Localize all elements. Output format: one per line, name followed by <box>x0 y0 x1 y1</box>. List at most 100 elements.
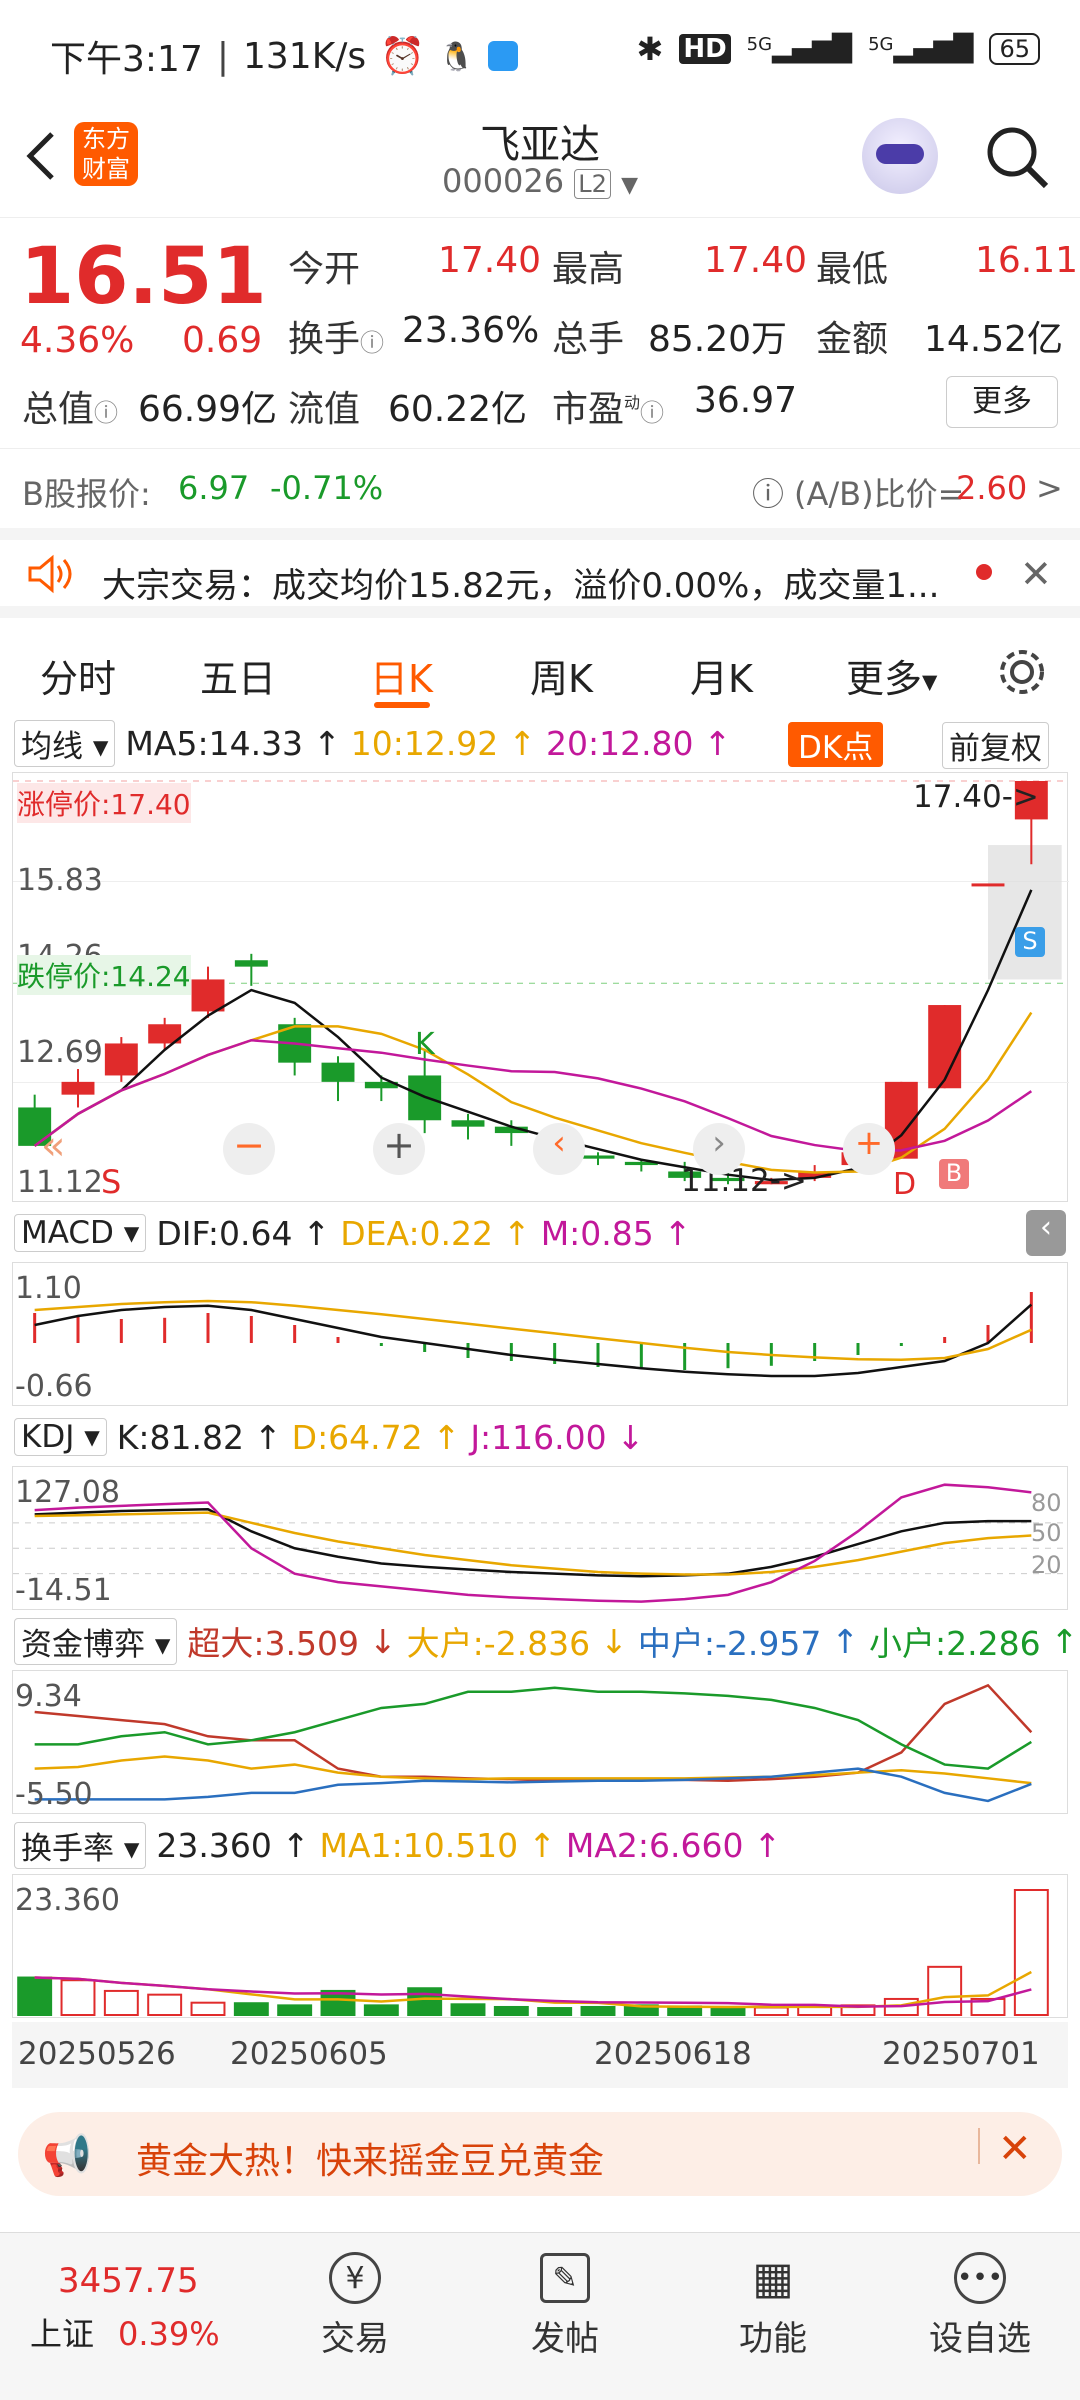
candle <box>928 1005 962 1089</box>
more-dots-icon: ••• <box>905 2245 1055 2311</box>
app-icon <box>487 41 518 71</box>
amount-label: 金额 <box>816 319 889 360</box>
signal-icon-2: 5G▂▄▆█ <box>868 34 974 64</box>
fund-selector[interactable]: 资金博弈 ▾ <box>14 1617 178 1665</box>
sell-signal-s: S <box>101 1163 122 1201</box>
candle <box>971 883 1005 887</box>
more-button[interactable]: 更多 <box>946 376 1058 428</box>
ab-ratio-label: (A/B)比价= <box>794 475 965 513</box>
kdj-ytop: 127.08 <box>15 1475 120 1510</box>
kdj-selector[interactable]: KDJ ▾ <box>14 1418 107 1456</box>
dk-point-button[interactable]: DK点 <box>788 722 884 767</box>
turnover-bar <box>1013 1889 1049 2016</box>
nav-functions[interactable]: ▦ 功能 <box>698 2245 848 2360</box>
turnover-bar <box>753 2006 789 2016</box>
buy-signal-b: B <box>939 1159 969 1189</box>
turnover-bar <box>407 1987 443 2017</box>
small-value: 小户:2.286 <box>868 1624 1041 1663</box>
nav-post[interactable]: ✎ 发帖 <box>490 2245 640 2360</box>
d-signal: D <box>893 1167 917 1202</box>
promo-banner[interactable]: 📢 黄金大热！快来摇金豆兑黄金 ✕ <box>18 2112 1062 2196</box>
turnover-bar <box>233 2002 269 2016</box>
collapse-chevron-icon[interactable]: ‹ <box>1026 1210 1066 1256</box>
candle <box>234 953 268 986</box>
reset-button[interactable]: + <box>843 1123 895 1175</box>
macd-svg <box>33 1292 1033 1378</box>
rewind-icon[interactable]: « <box>41 1123 65 1169</box>
index-change: 0.39% <box>118 2315 220 2353</box>
speaker-icon <box>28 554 72 594</box>
active-tab-indicator <box>374 702 430 708</box>
tab-more[interactable]: 更多▼ <box>846 648 937 703</box>
k-signal: K <box>415 1027 435 1062</box>
turnover-bar <box>493 2005 529 2017</box>
index-name: 上证 <box>30 2315 95 2353</box>
unread-dot <box>976 564 992 580</box>
tab-intraday[interactable]: 分时 <box>40 648 116 703</box>
date-tick: 20250526 <box>18 2036 176 2072</box>
chevron-right-icon[interactable]: > <box>1036 469 1063 507</box>
zoom-in-button[interactable]: + <box>373 1123 425 1175</box>
limit-up-label: 涨停价:17.40 <box>17 783 191 823</box>
high-marker: 17.40-> <box>913 779 1039 815</box>
kdj-line <box>34 1483 1032 1603</box>
sell-signal-badge-s: S <box>1015 927 1045 957</box>
fund-legend: 资金博弈 ▾ 超大:3.509 ↓ 大户:-2.836 ↓ 中户:-2.957 ↑ 小… <box>0 1614 1080 1668</box>
candle <box>364 1075 398 1102</box>
medium-value: 中户:-2.957 <box>637 1624 822 1663</box>
ma-selector[interactable]: 均线 ▾ <box>14 719 116 767</box>
turnover-panel: 23.360 <box>12 1874 1068 2018</box>
bluetooth-icon: ✱ <box>636 30 664 68</box>
robot-avatar-icon[interactable] <box>862 118 938 194</box>
turnover-bar <box>710 2007 746 2017</box>
adjust-selector[interactable]: 前复权 <box>942 722 1049 769</box>
low-marker: 11.12-> <box>681 1163 807 1199</box>
last-price: 16.51 <box>20 232 267 322</box>
yaxis-tick-4: 11.12 <box>17 1165 103 1200</box>
kdj-ybot: -14.51 <box>15 1573 112 1608</box>
candlestick-panel[interactable]: 涨停价:17.40 15.83 14.26 跌停价:14.24 12.69 11… <box>12 772 1069 1202</box>
kdj-j-value: J:116.00 <box>470 1417 607 1457</box>
turnover-bar <box>927 1965 963 2016</box>
candle <box>494 1120 528 1146</box>
level-badge: L2 <box>574 169 611 199</box>
large-value: 大户:-2.836 <box>406 1624 591 1663</box>
turnover-selector[interactable]: 换手率 ▾ <box>14 1821 147 1869</box>
nav-trade[interactable]: ¥ 交易 <box>280 2245 430 2360</box>
turnover-bar <box>580 2005 616 2017</box>
settings-gear-icon[interactable] <box>996 646 1048 698</box>
pan-left-button[interactable]: ‹ <box>533 1123 585 1175</box>
turnover-label: 换手ⓘ <box>288 319 385 360</box>
tab-five-day[interactable]: 五日 <box>200 648 276 703</box>
candle <box>581 1152 615 1166</box>
turnover-svg <box>17 1889 1049 2017</box>
turnover-ma1-value: MA1:10.510 <box>319 1825 519 1865</box>
tab-daily-k[interactable]: 日K <box>370 648 433 703</box>
change-percent: 4.36% <box>20 320 135 361</box>
limit-down-label: 跌停价:14.24 <box>17 955 191 995</box>
block-trade-notice[interactable]: 大宗交易：成交均价15.82元，溢价0.00%，成交量1... ✕ <box>0 528 1080 618</box>
promo-text: 黄金大热！快来摇金豆兑黄金 <box>136 2141 605 2182</box>
kdj-legend: KDJ ▾ K:81.82 ↑ D:64.72 ↑ J:116.00 ↓ <box>0 1410 1080 1464</box>
index-ticker[interactable]: 3457.75 上证 0.39% <box>30 2261 270 2355</box>
turnover-ytop: 23.360 <box>15 1883 120 1918</box>
tab-weekly-k[interactable]: 周K <box>530 648 593 703</box>
turnover-bar <box>450 2003 486 2016</box>
volume-label: 总手 <box>552 319 625 360</box>
candle <box>451 1113 485 1140</box>
date-tick: 20250701 <box>882 2036 1040 2072</box>
zoom-out-button[interactable]: − <box>223 1123 275 1175</box>
pan-right-button[interactable]: › <box>693 1123 745 1175</box>
help-icon[interactable]: ⓘ <box>752 469 784 515</box>
turnover-bar <box>60 1979 96 2016</box>
index-value: 3457.75 <box>58 2261 199 2301</box>
tab-monthly-k[interactable]: 月K <box>690 648 753 703</box>
kdj-line <box>34 1511 1032 1576</box>
nav-watchlist[interactable]: ••• 设自选 <box>905 2245 1055 2360</box>
turnover-ma-line <box>34 1976 1032 2008</box>
macd-selector[interactable]: MACD ▾ <box>14 1214 147 1252</box>
close-icon[interactable]: ✕ <box>1020 552 1052 596</box>
close-icon[interactable]: ✕ <box>998 2126 1032 2172</box>
search-icon[interactable] <box>984 124 1050 190</box>
info-icon: ⓘ <box>360 329 385 357</box>
